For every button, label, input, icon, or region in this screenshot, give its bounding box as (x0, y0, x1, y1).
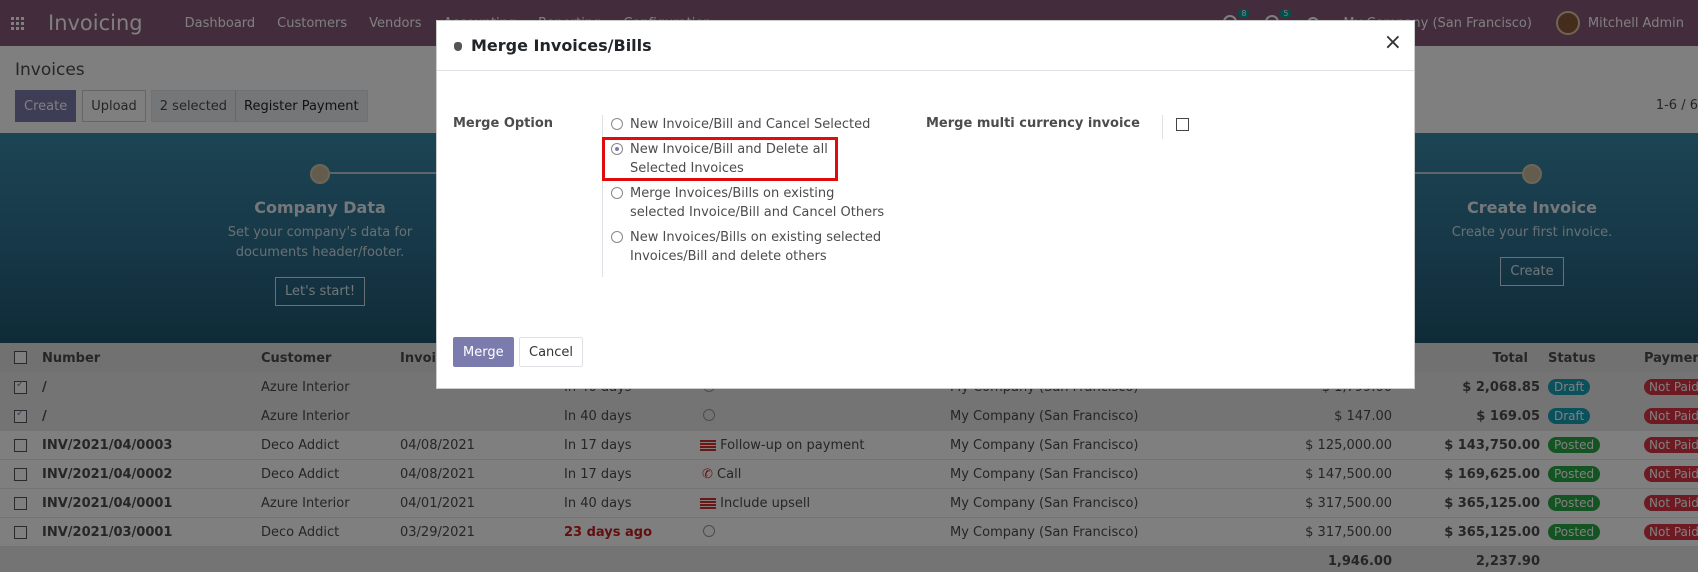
merge-option-label: Merge Option (453, 116, 554, 131)
multi-currency-checkbox[interactable] (1176, 118, 1189, 131)
option-new-cancel[interactable]: New Invoice/Bill and Cancel Selected (611, 115, 870, 134)
dialog-title: Merge Invoices/Bills (471, 36, 652, 55)
option-label: Merge Invoices/Bills on existing (630, 186, 835, 201)
dialog-header: Merge Invoices/Bills × (437, 21, 1414, 71)
option-label: New Invoices/Bills on existing selected (630, 230, 882, 245)
close-icon[interactable]: × (1384, 31, 1402, 55)
multi-currency-label: Merge multi currency invoice (926, 116, 1140, 131)
merge-invoices-dialog: Merge Invoices/Bills × Merge Option New … (436, 20, 1415, 389)
option-new-existing-delete[interactable]: New Invoices/Bills on existing selected I… (611, 228, 881, 266)
radio-new-existing-delete[interactable] (611, 231, 623, 243)
cancel-button[interactable]: Cancel (519, 337, 584, 367)
bug-icon (453, 40, 463, 52)
field-separator (1162, 115, 1163, 139)
radio-new-cancel[interactable] (611, 118, 623, 130)
selected-option-highlight (602, 137, 838, 181)
option-label: Invoices/Bill and delete others (630, 249, 827, 264)
option-label: selected Invoice/Bill and Cancel Others (630, 205, 885, 220)
radio-merge-existing-cancel[interactable] (611, 187, 623, 199)
merge-button[interactable]: Merge (453, 337, 514, 367)
option-merge-existing-cancel[interactable]: Merge Invoices/Bills on existing selected… (611, 184, 884, 222)
option-label: New Invoice/Bill and Cancel Selected (630, 117, 871, 132)
